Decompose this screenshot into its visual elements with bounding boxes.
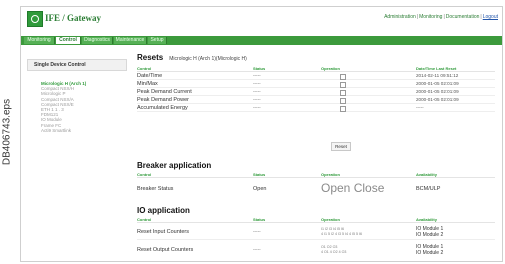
breaker-title: Breaker application (137, 161, 212, 170)
resets-heading: Resets (137, 53, 164, 62)
figure-side-label: DB406743.eps (0, 0, 14, 264)
reset-checkbox[interactable] (340, 106, 346, 112)
reset-button[interactable]: Reset (331, 142, 351, 151)
row-availability: IO Module 1 IO Module 2 (416, 244, 444, 256)
app-title: IFE / Gateway (45, 13, 101, 23)
link-documentation[interactable]: Documentation (446, 14, 480, 20)
app-window: IFE / Gateway Administration|Monitoring|… (20, 6, 503, 262)
table-row: Min/Max ----- 2000-01-05 02:01:09 (137, 81, 495, 88)
row-control: Peak Demand Current (137, 89, 192, 95)
link-monitoring[interactable]: Monitoring (419, 14, 442, 20)
availability-module: IO Module 2 (416, 231, 444, 238)
row-control: Peak Demand Power (137, 97, 189, 103)
col-control: Control (137, 172, 152, 177)
resets-device-subtitle: Micrologic H (Arch 1)(Micrologic H) (169, 56, 247, 62)
io-output-counters-ops[interactable]: O1 O2 O3 4 O1 4 O2 4 O3 (321, 245, 346, 254)
row-last-reset: ----- (416, 105, 424, 110)
row-status: ----- (253, 97, 261, 102)
resets-title: Resets Micrologic H (Arch 1)(Micrologic H… (137, 53, 247, 62)
row-status: ----- (253, 81, 261, 86)
io-input-counters-ops[interactable]: I1 I2 I3 I4 I5 I6 4 I1 5 I2 4 I3 5 I4 4 … (321, 227, 362, 236)
col-operation: Operation (321, 66, 340, 71)
reset-checkbox[interactable] (340, 82, 346, 88)
link-separator: | (416, 14, 419, 20)
link-separator: | (480, 14, 482, 20)
table-row: Breaker Status Open BCM/ULP (137, 184, 495, 194)
open-close-command[interactable]: Open Close (321, 181, 384, 195)
row-control: Date/Time (137, 73, 163, 79)
reset-checkbox[interactable] (340, 74, 346, 80)
breaker-status-value: Open (253, 186, 267, 192)
op-line: I1 I2 I3 I4 I5 I6 (321, 227, 344, 231)
op-line: 4 I1 5 I2 4 I3 5 I4 4 I5 5 I6 (321, 231, 362, 236)
schneider-logo-icon (27, 11, 43, 27)
col-status: Status (253, 172, 266, 177)
header: IFE / Gateway Administration|Monitoring|… (21, 7, 502, 31)
tab-diagnostics[interactable]: Diagnostics (82, 37, 113, 44)
row-status: ----- (253, 247, 261, 252)
device-item[interactable]: Acti9 Smartlink (41, 128, 127, 133)
col-operation: Operation (321, 217, 340, 222)
availability-module: IO Module 2 (416, 249, 444, 256)
breaker-table-header: Control Status Operation Availability (137, 172, 495, 178)
device-list: Micrologic H (Arch 1) Compact NSX/H Micr… (27, 81, 127, 133)
op-line: O1 O2 O3 (321, 245, 338, 249)
col-control: Control (137, 217, 152, 222)
resets-table-header: Control Status Operation Date/Time Last … (137, 66, 495, 72)
figure-id-text: DB406743.eps (1, 98, 13, 166)
header-links: Administration|Monitoring|Documentation|… (383, 14, 498, 20)
table-row: Reset Input Counters ----- I1 I2 I3 I4 I… (137, 225, 495, 240)
col-status: Status (253, 66, 266, 71)
main-nav: Monitoring Control Diagnostics Maintenan… (21, 36, 502, 45)
col-last-reset: Date/Time Last Reset (416, 66, 457, 71)
row-control: Reset Output Counters (137, 247, 194, 253)
link-separator: | (443, 14, 445, 20)
row-control: Breaker Status (137, 186, 174, 192)
row-control: Accumulated Energy (137, 105, 188, 111)
row-control: Reset Input Counters (137, 229, 189, 235)
op-line: 4 O1 4 O2 4 O3 (321, 249, 347, 254)
row-status: ----- (253, 229, 261, 234)
row-last-reset: 2000-01-05 02:01:09 (416, 89, 459, 94)
col-status: Status (253, 217, 266, 222)
reset-checkbox[interactable] (340, 98, 346, 104)
tab-control[interactable]: Control (56, 37, 81, 44)
col-availability: Availability (416, 217, 437, 222)
col-operation: Operation (321, 172, 340, 177)
io-table-header: Control Status Operation Availability (137, 217, 495, 223)
row-control: Min/Max (137, 81, 158, 87)
row-status: ----- (253, 89, 261, 94)
row-last-reset: 2000-01-05 02:01:09 (416, 81, 459, 86)
row-last-reset: 2014-02-11 09:51:12 (416, 73, 459, 78)
link-administration[interactable]: Administration (384, 14, 416, 20)
col-control: Control (137, 66, 152, 71)
device-sidebar: Single Device Control Micrologic H (Arch… (27, 59, 127, 133)
tab-monitoring[interactable]: Monitoring (24, 37, 55, 44)
io-title: IO application (137, 206, 190, 215)
row-availability: BCM/ULP (416, 186, 441, 192)
row-status: ----- (253, 105, 261, 110)
reset-checkbox[interactable] (340, 90, 346, 96)
link-logout[interactable]: Logout (483, 14, 498, 20)
table-row: Peak Demand Power ----- 2000-01-05 02:01… (137, 97, 495, 104)
row-status: ----- (253, 73, 261, 78)
tab-setup[interactable]: Setup (148, 37, 167, 44)
row-availability: IO Module 1 IO Module 2 (416, 226, 444, 238)
sidebar-heading: Single Device Control (27, 59, 127, 71)
table-row: Date/Time ----- 2014-02-11 09:51:12 (137, 73, 495, 80)
row-last-reset: 2000-01-05 02:01:09 (416, 97, 459, 102)
tab-maintenance[interactable]: Maintenance (114, 37, 147, 44)
table-row: Peak Demand Current ----- 2000-01-05 02:… (137, 89, 495, 96)
table-row: Accumulated Energy ----- ----- (137, 105, 495, 112)
table-row: Reset Output Counters ----- O1 O2 O3 4 O… (137, 243, 495, 257)
col-availability: Availability (416, 172, 437, 177)
